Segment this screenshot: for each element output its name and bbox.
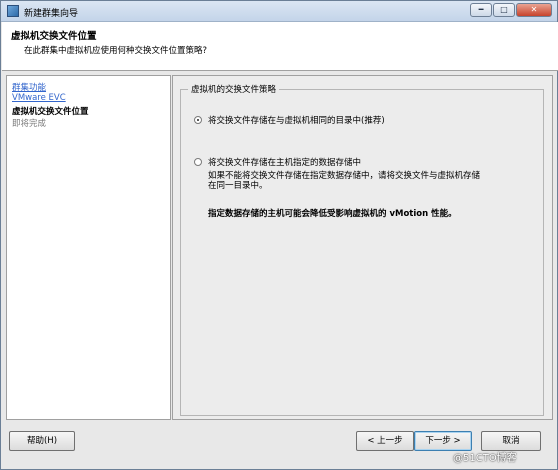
nav-item-ready-to-complete: 即将完成 [12, 119, 47, 129]
page-subtitle: 在此群集中虚拟机应使用何种交换文件位置策略? [24, 46, 208, 56]
group-label: 虚拟机的交换文件策略 [188, 83, 280, 95]
page-title: 虚拟机交换文件位置 [11, 31, 97, 42]
minimize-button[interactable]: ━ [470, 3, 492, 17]
nav-item-cluster-features[interactable]: 群集功能 [12, 81, 46, 93]
swapfile-policy-group: 虚拟机的交换文件策略 将交换文件存储在与虚拟机相同的目录中(推荐) 将交换文件存… [180, 83, 544, 416]
watermark: @51CTO博客 [453, 453, 517, 464]
close-icon: ✕ [530, 5, 538, 14]
option-same-directory-label[interactable]: 将交换文件存储在与虚拟机相同的目录中(推荐) [208, 114, 385, 126]
next-button[interactable]: 下一步 > [414, 431, 472, 451]
content-panel: 虚拟机的交换文件策略 将交换文件存储在与虚拟机相同的目录中(推荐) 将交换文件存… [172, 75, 553, 420]
minimize-icon: ━ [478, 5, 484, 14]
wizard-header: 虚拟机交换文件位置 在此群集中虚拟机应使用何种交换文件位置策略? [2, 22, 558, 71]
maximize-button[interactable]: □ [493, 3, 515, 17]
cancel-button[interactable]: 取消 [481, 431, 541, 451]
option-host-datastore-label[interactable]: 将交换文件存储在主机指定的数据存储中 [208, 156, 361, 168]
maximize-icon: □ [500, 5, 508, 14]
nav-item-swapfile-location: 虚拟机交换文件位置 [12, 107, 89, 117]
window-title: 新建群集向导 [24, 9, 79, 19]
radio-same-directory[interactable] [194, 116, 202, 124]
app-icon [7, 5, 19, 17]
wizard-window: 新建群集向导 ━ □ ✕ 虚拟机交换文件位置 在此群集中虚拟机应使用何种交换文件… [0, 0, 558, 470]
close-button[interactable]: ✕ [516, 3, 552, 17]
option-description-line1: 如果不能将交换文件存储在指定数据存储中，请将交换文件与虚拟机存储 [208, 171, 481, 181]
option-description-line2: 在同一目录中。 [208, 181, 268, 191]
vmotion-warning: 指定数据存储的主机可能会降低受影响虚拟机的 vMotion 性能。 [208, 209, 457, 219]
help-button[interactable]: 帮助(H) [9, 431, 75, 451]
radio-host-datastore[interactable] [194, 158, 202, 166]
nav-item-vmware-evc[interactable]: VMware EVC [12, 93, 66, 103]
title-bar[interactable]: 新建群集向导 ━ □ ✕ [1, 1, 557, 22]
wizard-steps-nav: 群集功能 VMware EVC 虚拟机交换文件位置 即将完成 [6, 75, 171, 420]
back-button[interactable]: < 上一步 [356, 431, 414, 451]
